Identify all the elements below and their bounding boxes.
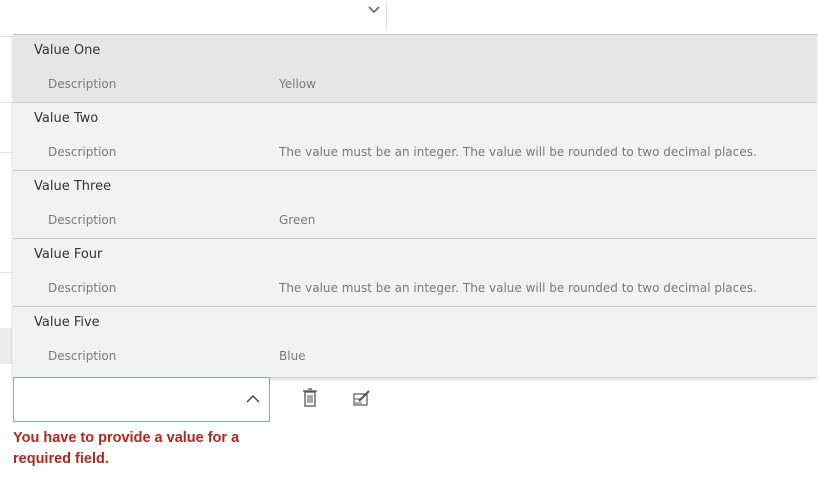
edit-icon[interactable] [352,387,372,409]
option-description-label: Description [48,77,117,91]
option-description-label: Description [48,349,117,363]
option-title: Value Five [34,315,100,330]
option-description-value: Blue [279,349,306,363]
lookup-combobox[interactable] [13,377,270,422]
background-divider [0,152,14,153]
option-description-value: The value must be an integer. The value … [279,281,757,295]
option-title: Value Three [34,179,112,194]
option-title: Value One [34,43,101,58]
option-title: Value Two [34,111,99,126]
option-description-value: Green [279,213,316,227]
options-listbox: Value One Description Yellow Value Two D… [13,34,817,378]
option-description-label: Description [48,281,117,295]
chevron-down-icon [368,6,380,14]
option-value-four[interactable]: Value Four Description The value must be… [13,239,817,307]
option-value-one[interactable]: Value One Description Yellow [13,35,817,103]
option-value-three[interactable]: Value Three Description Green [13,171,817,239]
background-divider [386,2,387,30]
background-divider [0,102,14,103]
chevron-up-icon[interactable] [245,393,261,405]
option-title: Value Four [34,247,103,262]
background-divider [0,272,14,273]
option-description-label: Description [48,145,117,159]
option-description-value: The value must be an integer. The value … [279,145,757,159]
trash-icon[interactable] [300,387,320,409]
option-value-two[interactable]: Value Two Description The value must be … [13,103,817,171]
option-description-value: Yellow [279,77,316,91]
validation-error-message: You have to provide a value for a requir… [13,430,240,467]
background-divider [0,36,14,37]
option-description-label: Description [48,213,117,227]
background-panel [0,328,12,364]
option-value-five[interactable]: Value Five Description Blue [13,307,817,376]
